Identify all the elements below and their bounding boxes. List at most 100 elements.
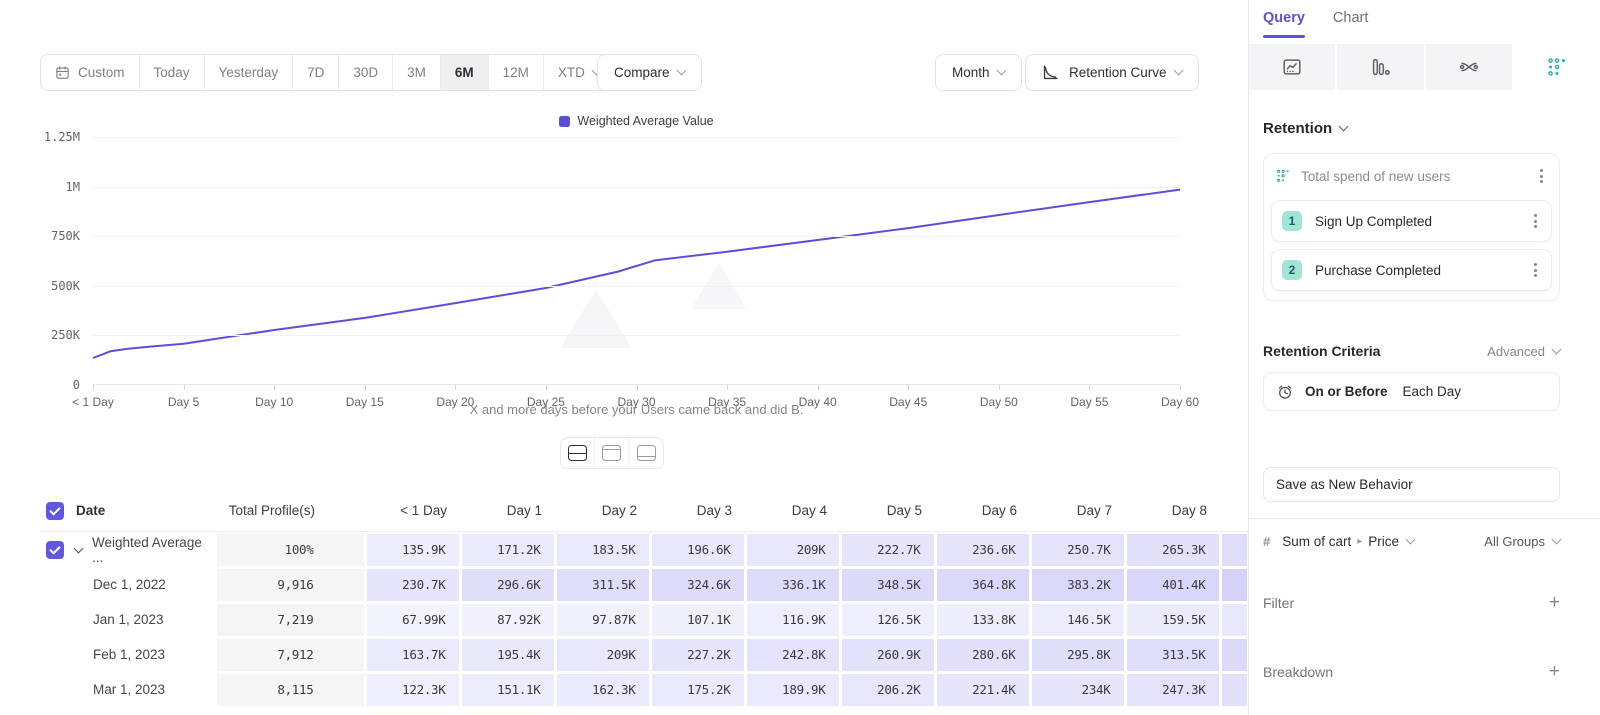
retention-value-cell[interactable]: 195.4K [462, 639, 554, 671]
retention-value-cell[interactable]: 196.6K [652, 534, 744, 566]
range-yesterday[interactable]: Yesterday [205, 55, 294, 90]
row-date[interactable]: Dec 1, 2022 [72, 567, 215, 602]
range-3m[interactable]: 3M [393, 55, 441, 90]
granularity-button[interactable]: Month [935, 54, 1022, 91]
x-axis-tick [1089, 385, 1090, 390]
retention-value-cell[interactable]: 206.2K [842, 674, 934, 706]
retention-value-cell[interactable]: 122.3K [367, 674, 459, 706]
range-label: 30D [353, 65, 378, 80]
retention-value-cell[interactable]: 383.2K [1032, 569, 1124, 601]
range-7d[interactable]: 7D [293, 55, 339, 90]
range-30d[interactable]: 30D [339, 55, 393, 90]
retention-value-cell[interactable]: 209K [747, 534, 839, 566]
retention-value-cell[interactable]: 296.6K [462, 569, 554, 601]
save-as-new-behavior-button[interactable]: Save as New Behavior [1263, 467, 1560, 502]
retention-value-cell[interactable]: 234K [1032, 674, 1124, 706]
layout-toggle-top-view[interactable] [595, 438, 629, 468]
chart-type-retention[interactable] [1514, 44, 1600, 90]
column-header: Day 7 [1030, 503, 1125, 518]
chart-type-insights[interactable] [1249, 44, 1335, 90]
retention-value-cell[interactable]: 189.9K [747, 674, 839, 706]
behavior-step[interactable]: 1Sign Up Completed [1272, 201, 1551, 241]
row-date[interactable]: Weighted Average ... [72, 532, 215, 567]
row-date[interactable]: Feb 1, 2023 [72, 637, 215, 672]
chart-type-button[interactable]: Retention Curve [1025, 54, 1199, 91]
select-all-checkbox[interactable] [46, 502, 64, 520]
behavior-header[interactable]: Total spend of new users [1272, 160, 1551, 192]
retention-value-cell[interactable]: 222.7K [842, 534, 934, 566]
x-axis-tick [637, 385, 638, 390]
retention-value-cell[interactable]: 401.4K [1127, 569, 1219, 601]
measurement-row[interactable]: # Sum of cart ▸ Price All Groups [1263, 519, 1560, 563]
retention-value-cell[interactable]: 87.92K [462, 604, 554, 636]
retention-value-cell[interactable]: 126.5K [842, 604, 934, 636]
retention-value-cell[interactable]: 151.1K [462, 674, 554, 706]
table-row: Dec 1, 20229,916230.7K296.6K311.5K324.6K… [40, 567, 1248, 602]
retention-value-cell[interactable]: 242.8K [747, 639, 839, 671]
retention-value-cell[interactable]: 135.9K [367, 534, 459, 566]
row-date[interactable]: Jan 1, 2023 [72, 602, 215, 637]
retention-value-cell[interactable]: 162.3K [557, 674, 649, 706]
criteria-card[interactable]: On or Before Each Day [1263, 372, 1560, 411]
retention-value-cell[interactable]: 97.87K [557, 604, 649, 636]
tab-chart[interactable]: Chart [1333, 10, 1368, 38]
x-axis-tick [1180, 385, 1181, 390]
range-today[interactable]: Today [140, 55, 205, 90]
retention-value-cell[interactable]: 364.8K [937, 569, 1029, 601]
row-date[interactable]: Mar 1, 2023 [72, 672, 215, 707]
behavior-step[interactable]: 2Purchase Completed [1272, 250, 1551, 290]
retention-value-cell[interactable]: 159.5K [1127, 604, 1219, 636]
retention-value-cell[interactable]: 236.6K [937, 534, 1029, 566]
expand-chevron-icon[interactable] [74, 543, 84, 553]
table-row: Feb 1, 20237,912163.7K195.4K209K227.2K24… [40, 637, 1248, 672]
range-6m[interactable]: 6M [441, 55, 489, 90]
range-custom[interactable]: Custom [41, 55, 140, 90]
behavior-steps: 1Sign Up Completed 2Purchase Completed [1272, 201, 1551, 290]
x-axis-tick [365, 385, 366, 390]
range-12m[interactable]: 12M [489, 55, 544, 90]
retention-value-cell[interactable]: 260.9K [842, 639, 934, 671]
plus-icon[interactable]: + [1549, 593, 1560, 612]
retention-value-cell[interactable]: 230.7K [367, 569, 459, 601]
retention-value-cell[interactable]: 67.99K [367, 604, 459, 636]
tab-query[interactable]: Query [1263, 10, 1305, 38]
retention-value-cell[interactable]: 313.5K [1127, 639, 1219, 671]
plus-icon[interactable]: + [1549, 662, 1560, 681]
retention-value-cell[interactable]: 295.8K [1032, 639, 1124, 671]
retention-value-cell[interactable]: 227.2K [652, 639, 744, 671]
row-checkbox[interactable] [46, 541, 64, 559]
retention-value-cell[interactable]: 250.7K [1032, 534, 1124, 566]
retention-value-cell[interactable]: 265.3K [1127, 534, 1219, 566]
group-selector[interactable]: All Groups [1484, 534, 1545, 549]
chart-type-funnels[interactable] [1337, 44, 1423, 90]
breakdown-row[interactable]: Breakdown + [1263, 662, 1560, 681]
kebab-menu-icon[interactable] [1530, 259, 1541, 281]
retention-value-cell[interactable]: 336.1K [747, 569, 839, 601]
retention-value-cell[interactable]: 171.2K [462, 534, 554, 566]
retention-value-cell[interactable]: 116.9K [747, 604, 839, 636]
advanced-dropdown[interactable]: Advanced [1487, 344, 1560, 359]
layout-toggle-split-view[interactable] [561, 438, 595, 468]
retention-value-cell[interactable]: 247.3K [1127, 674, 1219, 706]
retention-value-cell[interactable]: 280.6K [937, 639, 1029, 671]
retention-section-header[interactable]: Retention [1263, 120, 1560, 137]
retention-value-cell[interactable]: 163.7K [367, 639, 459, 671]
breadcrumb-arrow-icon: ▸ [1357, 536, 1362, 547]
weighted-average-line[interactable] [93, 190, 1180, 358]
retention-value-cell[interactable]: 133.8K [937, 604, 1029, 636]
retention-value-cell[interactable]: 183.5K [557, 534, 649, 566]
chart-type-flows[interactable] [1426, 44, 1512, 90]
compare-button[interactable]: Compare [597, 54, 702, 91]
retention-value-cell[interactable]: 324.6K [652, 569, 744, 601]
retention-value-cell[interactable]: 209K [557, 639, 649, 671]
kebab-menu-icon[interactable] [1536, 165, 1547, 187]
retention-value-cell[interactable]: 175.2K [652, 674, 744, 706]
layout-toggle-bottom-view[interactable] [629, 438, 663, 468]
kebab-menu-icon[interactable] [1530, 210, 1541, 232]
filter-row[interactable]: Filter + [1263, 593, 1560, 612]
retention-value-cell[interactable]: 107.1K [652, 604, 744, 636]
retention-value-cell[interactable]: 221.4K [937, 674, 1029, 706]
retention-value-cell[interactable]: 311.5K [557, 569, 649, 601]
retention-value-cell[interactable]: 348.5K [842, 569, 934, 601]
retention-value-cell[interactable]: 146.5K [1032, 604, 1124, 636]
